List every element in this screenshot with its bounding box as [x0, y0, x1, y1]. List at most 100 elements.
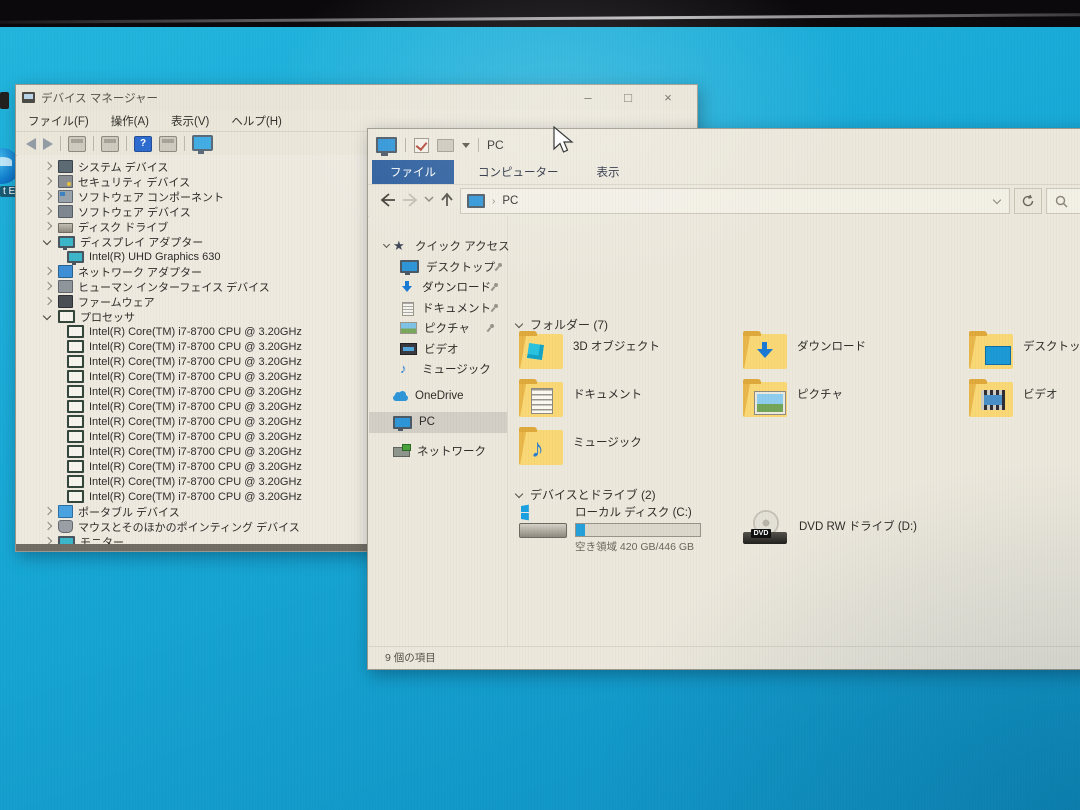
folder-downloads-icon: [743, 334, 787, 369]
cpu-icon: [67, 340, 84, 353]
nav-downloads[interactable]: ダウンロード: [369, 277, 507, 298]
minimize-button[interactable]: –: [573, 90, 603, 105]
forward-icon[interactable]: [402, 192, 420, 208]
search-input[interactable]: [1046, 188, 1080, 214]
menu-action[interactable]: 操作(A): [111, 113, 149, 129]
back-icon[interactable]: [26, 138, 36, 150]
chevron-right-icon[interactable]: [43, 267, 52, 276]
pc-icon: [467, 194, 485, 208]
maximize-button[interactable]: □: [613, 90, 643, 105]
folder-documents[interactable]: ドキュメント: [519, 382, 642, 417]
up-icon[interactable]: [440, 192, 454, 208]
pictures-icon: [400, 322, 417, 334]
properties-icon[interactable]: [414, 138, 429, 153]
nav-label: ミュージック: [422, 361, 491, 377]
chevron-right-icon[interactable]: [43, 207, 52, 216]
local-disk-c-tile[interactable]: ローカル ディスク (C:) 空き領域 420 GB/446 GB: [519, 504, 749, 554]
refresh-button[interactable]: [1014, 188, 1042, 214]
chevron-down-icon[interactable]: [43, 312, 52, 321]
hard-drive-icon: [519, 504, 567, 540]
recent-locations-icon[interactable]: [424, 196, 434, 204]
cpu-icon: [67, 400, 84, 413]
chevron-right-icon[interactable]: [43, 522, 52, 531]
items-count: 9 個の項目: [385, 650, 436, 665]
tab-computer[interactable]: コンピューター: [464, 160, 573, 184]
nav-pc[interactable]: PC: [369, 412, 507, 433]
dvd-drive-tile[interactable]: DVD DVD RW ドライブ (D:): [743, 510, 917, 544]
address-toolbar: › PC: [368, 185, 1080, 217]
breadcrumb[interactable]: PC: [502, 195, 518, 207]
help-icon[interactable]: ?: [134, 136, 152, 152]
nav-documents[interactable]: ドキュメント: [369, 298, 507, 319]
folder-3d-objects-icon: [519, 334, 563, 369]
address-dropdown-icon[interactable]: [993, 197, 1001, 205]
spacer: [383, 447, 391, 455]
navigation-pane[interactable]: ★クイック アクセス デスクトップ ダウンロード ドキュメント ピクチャ ビデオ…: [369, 216, 508, 647]
display-adapters-icon: [58, 236, 75, 248]
explorer-titlebar[interactable]: PC: [368, 129, 1080, 161]
device-manager-app-icon: [22, 92, 35, 103]
documents-icon: [402, 302, 414, 316]
chevron-right-icon[interactable]: [43, 282, 52, 291]
nav-music[interactable]: ♪ミュージック: [369, 359, 507, 380]
file-explorer-window: PC ファイル コンピューター 表示 › PC ★クイック アクセス デスクトッ…: [367, 128, 1080, 670]
nav-label: ドキュメント: [422, 300, 491, 316]
folder-3d-objects[interactable]: 3D オブジェクト: [519, 334, 660, 369]
menu-view[interactable]: 表示(V): [171, 113, 209, 129]
nav-desktop[interactable]: デスクトップ: [369, 257, 507, 278]
chevron-right-icon[interactable]: [43, 222, 52, 231]
folder-pictures[interactable]: ピクチャ: [743, 382, 843, 417]
chevron-right-icon[interactable]: [43, 297, 52, 306]
tab-file[interactable]: ファイル: [372, 160, 454, 184]
drives-section-header[interactable]: デバイスとドライブ (2): [515, 486, 656, 503]
picture-overlay-icon: [755, 392, 785, 414]
back-icon[interactable]: [378, 192, 396, 208]
chevron-down-icon[interactable]: [515, 320, 524, 329]
nav-quick-access[interactable]: ★クイック アクセス: [369, 236, 507, 257]
chevron-down-icon[interactable]: [515, 490, 524, 499]
processors-icon: [58, 310, 75, 323]
chevron-down-icon[interactable]: [383, 242, 391, 250]
show-console-tree-icon[interactable]: [68, 136, 86, 152]
close-button[interactable]: ×: [653, 90, 683, 105]
tab-view[interactable]: 表示: [583, 160, 634, 184]
ribbon-tabs: ファイル コンピューター 表示: [368, 161, 1080, 185]
chevron-right-icon[interactable]: [43, 177, 52, 186]
music-note-overlay-icon: ♪: [531, 434, 544, 462]
chevron-right-icon[interactable]: [43, 537, 52, 544]
cpu-icon: [67, 355, 84, 368]
tree-item-label: Intel(R) Core(TM) i7-8700 CPU @ 3.20GHz: [89, 476, 302, 488]
scan-hardware-icon[interactable]: [192, 135, 213, 151]
chevron-right-icon[interactable]: [43, 162, 52, 171]
tree-item-label: Intel(R) Core(TM) i7-8700 CPU @ 3.20GHz: [89, 491, 302, 503]
nav-pictures[interactable]: ピクチャ: [369, 318, 507, 339]
cube-overlay-icon: [527, 343, 544, 360]
device-manager-titlebar[interactable]: デバイス マネージャー – □ ×: [16, 85, 697, 110]
new-folder-icon[interactable]: [437, 139, 454, 152]
disk-usage-fill: [576, 524, 585, 536]
folder-music[interactable]: ♪ミュージック: [519, 430, 642, 465]
disk-usage-bar: [575, 523, 701, 537]
export-list-icon[interactable]: [101, 136, 119, 152]
folder-desktop[interactable]: デスクトップ: [969, 334, 1080, 369]
nav-onedrive[interactable]: OneDrive: [369, 386, 507, 407]
folder-videos[interactable]: ビデオ: [969, 382, 1058, 417]
address-bar[interactable]: › PC: [460, 188, 1010, 214]
menu-help[interactable]: ヘルプ(H): [231, 113, 281, 129]
customize-quick-access-icon[interactable]: [462, 143, 470, 148]
dvd-drive-icon: DVD: [743, 510, 789, 544]
forward-icon[interactable]: [43, 138, 53, 150]
properties-icon[interactable]: [159, 136, 177, 152]
firmware-icon: [58, 295, 73, 308]
folder-name: ビデオ: [1023, 386, 1058, 417]
nav-network[interactable]: ネットワーク: [369, 441, 507, 462]
content-pane[interactable]: フォルダー (7) 3D オブジェクト ダウンロード デスクトップ ドキュメント…: [508, 216, 1080, 647]
chevron-right-icon[interactable]: [43, 192, 52, 201]
chevron-down-icon[interactable]: [43, 237, 52, 246]
cpu-icon: [67, 460, 84, 473]
chevron-right-icon[interactable]: [43, 507, 52, 516]
folder-downloads[interactable]: ダウンロード: [743, 334, 866, 369]
nav-videos[interactable]: ビデオ: [369, 339, 507, 360]
menu-file[interactable]: ファイル(F): [28, 113, 89, 129]
nav-label: デスクトップ: [426, 259, 495, 275]
